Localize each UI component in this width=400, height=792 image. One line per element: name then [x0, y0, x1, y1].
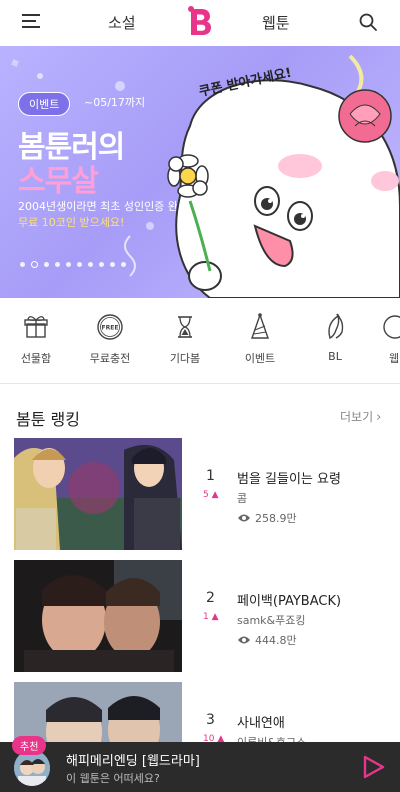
event-banner[interactable]: 이벤트 ~05/17까지 봄툰러의 스무살 2004년생이라면 최초 성인인증 …: [0, 46, 400, 298]
ranking-more-link[interactable]: 더보기 ›: [340, 408, 381, 425]
more-category-icon: [383, 315, 400, 339]
play-icon[interactable]: [360, 754, 386, 780]
banana-icon: [328, 313, 344, 340]
recommendation-thumbnail: [14, 750, 50, 786]
slide-dot[interactable]: [99, 262, 104, 267]
view-count-value: 258.9만: [255, 512, 297, 525]
recommendation-title: 해피메리엔딩 [웹드라마]: [66, 754, 200, 769]
mascot-illustration: 쿠폰 받아가세요!: [167, 54, 400, 298]
slide-dot[interactable]: [121, 262, 126, 267]
menu-label: 기다봄: [169, 352, 201, 365]
tab-webtoon[interactable]: 웹툰: [262, 12, 290, 33]
menu-item-free-charge[interactable]: FREE 무료충전: [80, 312, 140, 366]
chevron-right-icon: ›: [376, 410, 382, 425]
rank-number: 3: [206, 712, 215, 728]
webtoon-author: samk&푸죠킹: [237, 614, 306, 627]
free-coin-icon: FREE: [97, 314, 123, 340]
slide-dot[interactable]: [77, 262, 82, 267]
slide-dot[interactable]: [110, 262, 115, 267]
slide-dot[interactable]: [88, 262, 93, 267]
gift-icon: [24, 316, 48, 338]
menu-icon[interactable]: [22, 14, 40, 28]
menu-item-event[interactable]: 이벤트: [230, 312, 290, 366]
rank-change: 1 ▲: [203, 612, 219, 622]
slide-dot[interactable]: [20, 262, 25, 267]
slide-dot-active[interactable]: [31, 261, 38, 268]
menu-label: 웹: [389, 352, 400, 365]
slide-dot[interactable]: [66, 262, 71, 267]
menu-label: BL: [328, 350, 342, 363]
rank-number: 1: [206, 468, 215, 484]
webtoon-thumbnail: [14, 560, 182, 672]
view-count: 444.8만: [237, 632, 297, 648]
search-icon[interactable]: [358, 12, 378, 32]
hourglass-icon: [178, 316, 192, 338]
eye-icon: [238, 514, 250, 522]
webtoon-title: 페이백(PAYBACK): [237, 594, 342, 609]
banner-subtitle-line2: 무료 10코인 받으세요!: [18, 216, 125, 229]
webtoon-title: 범을 길들이는 요령: [237, 472, 341, 487]
banner-pagination[interactable]: [20, 261, 126, 268]
recommendation-subtitle: 이 웹툰은 어떠세요?: [66, 772, 160, 785]
menu-item-bl[interactable]: BL: [305, 312, 365, 363]
menu-label: 이벤트: [244, 352, 276, 365]
bomtoon-logo-icon[interactable]: [186, 6, 214, 38]
banner-title-line2: 스무살: [18, 164, 99, 199]
tab-novel[interactable]: 소설: [108, 12, 136, 33]
party-hat-icon: [251, 312, 269, 339]
webtoon-thumbnail: [14, 438, 182, 550]
rank-change: 5 ▲: [203, 490, 219, 500]
event-badge: 이벤트: [18, 92, 71, 116]
top-header: 소설 웹툰: [0, 0, 400, 46]
rank-number: 2: [206, 590, 215, 606]
menu-item-wait-free[interactable]: 기다봄: [155, 312, 215, 366]
eye-icon: [238, 636, 250, 644]
view-count-value: 444.8만: [255, 634, 297, 647]
recommendation-bar[interactable]: 해피메리엔딩 [웹드라마] 이 웹툰은 어떠세요?: [0, 742, 400, 792]
menu-item-more[interactable]: 웹: [380, 312, 400, 366]
ranking-item[interactable]: 2 1 ▲ 페이백(PAYBACK) samk&푸죠킹 444.8만: [0, 560, 400, 674]
menu-label: 무료충전: [89, 352, 131, 365]
slide-dot[interactable]: [55, 262, 60, 267]
menu-label: 선물함: [20, 352, 52, 365]
category-menu: 선물함 FREE 무료충전 기다봄 이벤트 BL 웹: [0, 298, 400, 384]
svg-text:FREE: FREE: [102, 325, 119, 332]
menu-item-gift[interactable]: 선물함: [6, 312, 66, 366]
more-label: 더보기: [340, 410, 374, 424]
webtoon-title: 사내연애: [237, 716, 285, 731]
event-period: ~05/17까지: [84, 96, 146, 109]
ranking-item[interactable]: 1 5 ▲ 범을 길들이는 요령 콤 258.9만: [0, 438, 400, 552]
ranking-section-title: 봄툰 랭킹: [16, 410, 80, 429]
view-count: 258.9만: [237, 510, 297, 526]
slide-dot[interactable]: [44, 262, 49, 267]
recommend-badge: 추천: [12, 736, 47, 755]
webtoon-author: 콤: [237, 492, 248, 505]
